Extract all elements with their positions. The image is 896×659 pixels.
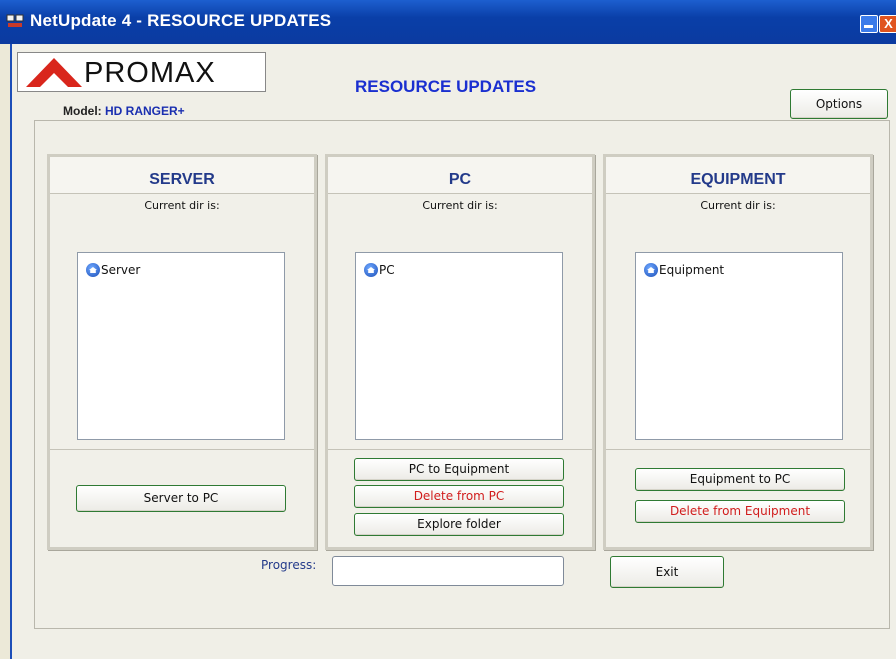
model-value: HD RANGER+	[105, 104, 185, 118]
exit-button[interactable]: Exit	[610, 556, 724, 588]
pc-panel-title: PC	[448, 171, 472, 188]
minimize-icon[interactable]	[860, 15, 878, 33]
server-list[interactable]: Server	[77, 252, 285, 440]
main-window: PROMAX Model: HD RANGER+ RESOURCE UPDATE…	[10, 44, 896, 659]
equipment-panel-header: EQUIPMENT	[606, 157, 870, 194]
home-icon	[644, 263, 658, 277]
promax-logo: PROMAX	[17, 52, 266, 92]
pc-panel-header: PC	[328, 157, 592, 194]
logo-triangle-icon	[26, 58, 82, 87]
divider	[50, 449, 314, 450]
explore-folder-button[interactable]: Explore folder	[354, 513, 564, 536]
home-icon	[364, 263, 378, 277]
equipment-to-pc-button[interactable]: Equipment to PC	[635, 468, 845, 491]
equipment-panel: EQUIPMENT Current dir is: Equipment Equi…	[603, 154, 873, 550]
divider	[606, 449, 870, 450]
progress-bar	[332, 556, 564, 586]
equipment-root-item[interactable]: Equipment	[644, 263, 724, 277]
pc-root-item[interactable]: PC	[364, 263, 395, 277]
server-panel-header: SERVER	[50, 157, 314, 194]
logo-text: PROMAX	[84, 57, 216, 89]
app-icon	[6, 14, 24, 27]
options-button[interactable]: Options	[790, 89, 888, 119]
equipment-current-dir: Current dir is:	[700, 199, 776, 212]
pc-current-dir: Current dir is:	[422, 199, 498, 212]
model-label: Model:	[63, 104, 102, 118]
equipment-root-label: Equipment	[659, 263, 725, 277]
pc-to-equipment-button[interactable]: PC to Equipment	[354, 458, 564, 481]
window-title: NetUpdate 4 - RESOURCE UPDATES	[30, 11, 332, 30]
equipment-list[interactable]: Equipment	[635, 252, 843, 440]
home-icon	[86, 263, 100, 277]
delete-from-pc-button[interactable]: Delete from PC	[354, 485, 564, 508]
server-root-item[interactable]: Server	[86, 263, 140, 277]
server-root-label: Server	[101, 263, 141, 277]
title-bar[interactable]: NetUpdate 4 - RESOURCE UPDATES X	[0, 0, 896, 44]
pc-panel: PC Current dir is: PC PC to Equipment De…	[325, 154, 595, 550]
pc-root-label: PC	[379, 263, 395, 277]
equipment-panel-title: EQUIPMENT	[690, 171, 786, 188]
progress-label: Progress:	[261, 558, 317, 572]
server-panel-title: SERVER	[149, 171, 215, 188]
page-title: RESOURCE UPDATES	[355, 77, 537, 96]
server-panel: SERVER Current dir is: Server Server to …	[47, 154, 317, 550]
delete-from-equipment-button[interactable]: Delete from Equipment	[635, 500, 845, 523]
model-info: Model: HD RANGER+	[63, 104, 185, 118]
pc-list[interactable]: PC	[355, 252, 563, 440]
server-current-dir: Current dir is:	[144, 199, 220, 212]
server-to-pc-button[interactable]: Server to PC	[76, 485, 286, 512]
close-icon[interactable]: X	[879, 15, 896, 33]
divider	[328, 449, 592, 450]
